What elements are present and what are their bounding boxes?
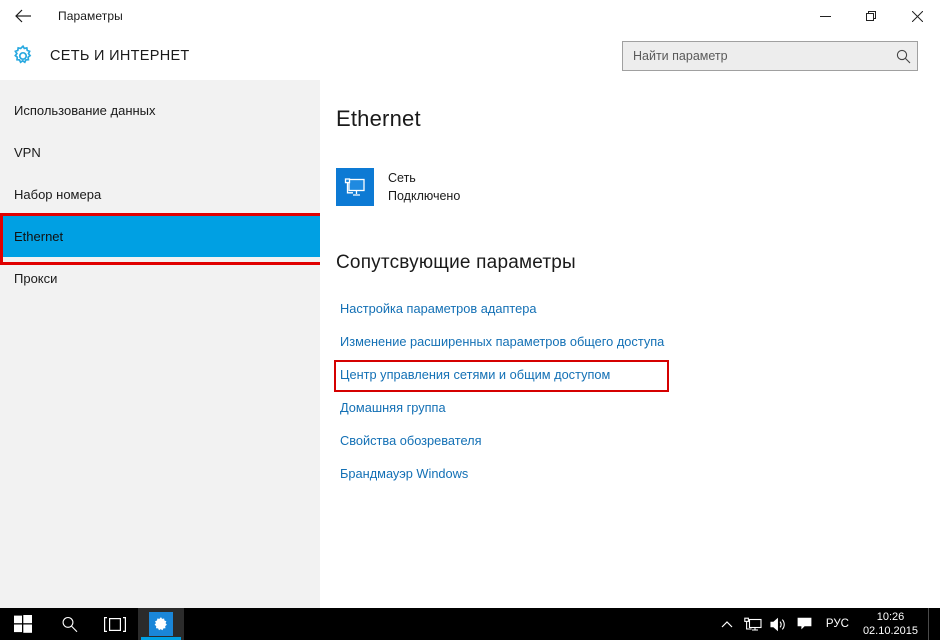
title-bar: Параметры [0, 0, 940, 32]
windows-start-icon[interactable] [0, 608, 46, 640]
taskbar-item-settings[interactable] [138, 608, 184, 640]
settings-header: СЕТЬ И ИНТЕРНЕТ [0, 32, 940, 80]
back-arrow-icon[interactable] [0, 0, 46, 32]
clock-time: 10:26 [876, 610, 905, 623]
link-advanced-sharing[interactable]: Изменение расширенных параметров общего … [336, 332, 668, 351]
clock-date: 02.10.2015 [862, 625, 918, 637]
content-heading: Ethernet [336, 106, 421, 131]
sidebar: Использование данных VPN Набор номера Et… [0, 80, 325, 608]
ethernet-monitor-icon [336, 168, 374, 206]
taskbar-buttons [0, 608, 184, 640]
search-input[interactable] [623, 49, 889, 63]
link-row: Домашняя группа [336, 391, 940, 424]
window-title: Параметры [58, 9, 123, 23]
network-name: Сеть [388, 170, 416, 185]
gear-icon [8, 41, 38, 71]
speaker-icon[interactable] [766, 608, 792, 640]
search-box[interactable] [622, 41, 918, 71]
action-center-icon[interactable] [792, 608, 818, 640]
network-status[interactable]: Сеть Подключено [336, 168, 940, 206]
taskbar: РУС 10:26 02.10.2015 [0, 608, 940, 640]
network-labels: Сеть Подключено [388, 169, 460, 205]
sidebar-item-label: Использование данных [14, 102, 156, 118]
show-desktop-button[interactable] [928, 608, 934, 640]
network-icon[interactable] [740, 608, 766, 640]
taskbar-search-icon[interactable] [46, 608, 92, 640]
sidebar-item-dial-up[interactable]: Набор номера [0, 173, 320, 215]
sidebar-item-label: Ethernet [14, 228, 64, 244]
clock[interactable]: 10:26 02.10.2015 [857, 608, 928, 640]
content-pane: Ethernet Сеть Подключено Сопутсвующие па… [320, 80, 940, 608]
link-windows-firewall[interactable]: Брандмауэр Windows [336, 464, 472, 483]
settings-body: Использование данных VPN Набор номера Et… [0, 80, 940, 608]
system-tray: РУС 10:26 02.10.2015 [714, 608, 940, 640]
link-homegroup[interactable]: Домашняя группа [336, 398, 450, 417]
minimize-icon[interactable] [802, 0, 848, 32]
sidebar-item-label: Прокси [14, 270, 58, 286]
settings-window: Параметры СЕТЬ И ИНТЕРНЕТ Найти параметр… [0, 0, 940, 608]
network-state: Подключено [388, 189, 461, 203]
link-adapter-settings[interactable]: Настройка параметров адаптера [336, 299, 540, 318]
sidebar-item-label: Набор номера [14, 186, 102, 202]
sidebar-item-proxy[interactable]: Прокси [0, 257, 320, 299]
language-indicator[interactable]: РУС [818, 608, 857, 640]
sidebar-item-data-usage[interactable]: Использование данных [0, 89, 320, 131]
link-internet-options[interactable]: Свойства обозревателя [336, 431, 486, 450]
sidebar-item-vpn[interactable]: VPN [0, 131, 320, 173]
link-row: Настройка параметров адаптера [336, 292, 940, 325]
link-row: Центр управления сетями и общим доступом [334, 358, 940, 392]
chevron-up-icon[interactable] [714, 608, 740, 640]
restore-icon[interactable] [848, 0, 894, 32]
window-controls [802, 0, 940, 32]
link-row: Изменение расширенных параметров общего … [336, 325, 940, 358]
gear-icon [149, 612, 173, 636]
link-row: Брандмауэр Windows [336, 457, 940, 490]
close-icon[interactable] [894, 0, 940, 32]
search-icon[interactable] [889, 42, 917, 70]
related-settings-title: Сопутсвующие параметры [336, 252, 576, 273]
sidebar-item-ethernet[interactable]: Ethernet [0, 213, 325, 265]
related-settings-links: Настройка параметров адаптера Изменение … [334, 292, 940, 490]
task-view-icon[interactable] [92, 608, 138, 640]
link-network-sharing-center[interactable]: Центр управления сетями и общим доступом [336, 365, 614, 384]
sidebar-item-label: VPN [14, 144, 41, 160]
link-row: Свойства обозревателя [336, 424, 940, 457]
page-title: СЕТЬ И ИНТЕРНЕТ [50, 48, 190, 64]
